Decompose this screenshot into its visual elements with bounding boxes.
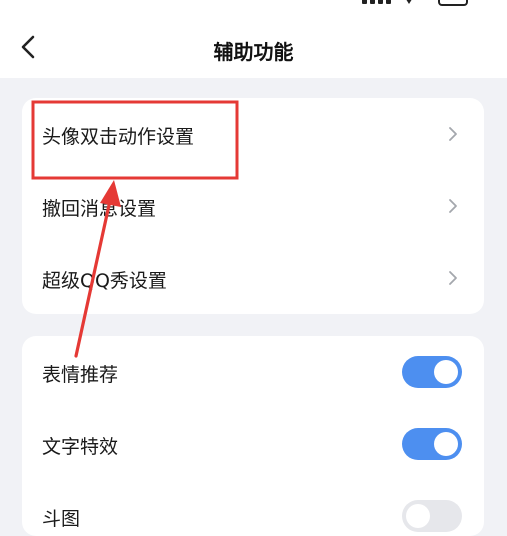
row-recall-message-settings[interactable]: 撤回消息设置	[22, 170, 484, 242]
row-label: 头像双击动作设置	[42, 126, 195, 148]
status-bar	[0, 0, 507, 12]
row-avatar-double-click-settings[interactable]: 头像双击动作设置	[22, 98, 484, 170]
settings-card-navigation: 头像双击动作设置 撤回消息设置 超级QQ秀设置	[22, 98, 484, 314]
row-super-qq-show-settings[interactable]: 超级QQ秀设置	[22, 242, 484, 314]
back-button[interactable]	[16, 34, 42, 60]
meme-battle-toggle[interactable]	[402, 500, 462, 532]
sticker-recommendation-toggle[interactable]	[402, 356, 462, 388]
nav-header: 辅助功能	[0, 12, 507, 78]
battery-icon	[438, 0, 468, 6]
chevron-right-icon	[449, 127, 457, 141]
row-text-effects: 文字特效	[22, 408, 484, 480]
row-sticker-recommendation: 表情推荐	[22, 336, 484, 408]
row-label: 超级QQ秀设置	[42, 270, 167, 292]
chevron-right-icon	[449, 271, 457, 285]
wifi-icon	[404, 0, 414, 4]
row-label: 撤回消息设置	[42, 198, 157, 220]
signal-icon	[362, 0, 392, 4]
row-meme-battle: 斗图	[22, 480, 484, 536]
text-effects-toggle[interactable]	[402, 428, 462, 460]
chevron-right-icon	[449, 199, 457, 213]
page-title: 辅助功能	[213, 40, 294, 64]
row-label: 文字特效	[42, 436, 119, 458]
toggle-knob	[406, 504, 430, 528]
chevron-left-icon	[21, 35, 35, 59]
settings-card-toggles: 表情推荐 文字特效 斗图	[22, 336, 484, 536]
toggle-knob	[434, 360, 458, 384]
row-label: 表情推荐	[42, 364, 119, 386]
toggle-knob	[434, 432, 458, 456]
